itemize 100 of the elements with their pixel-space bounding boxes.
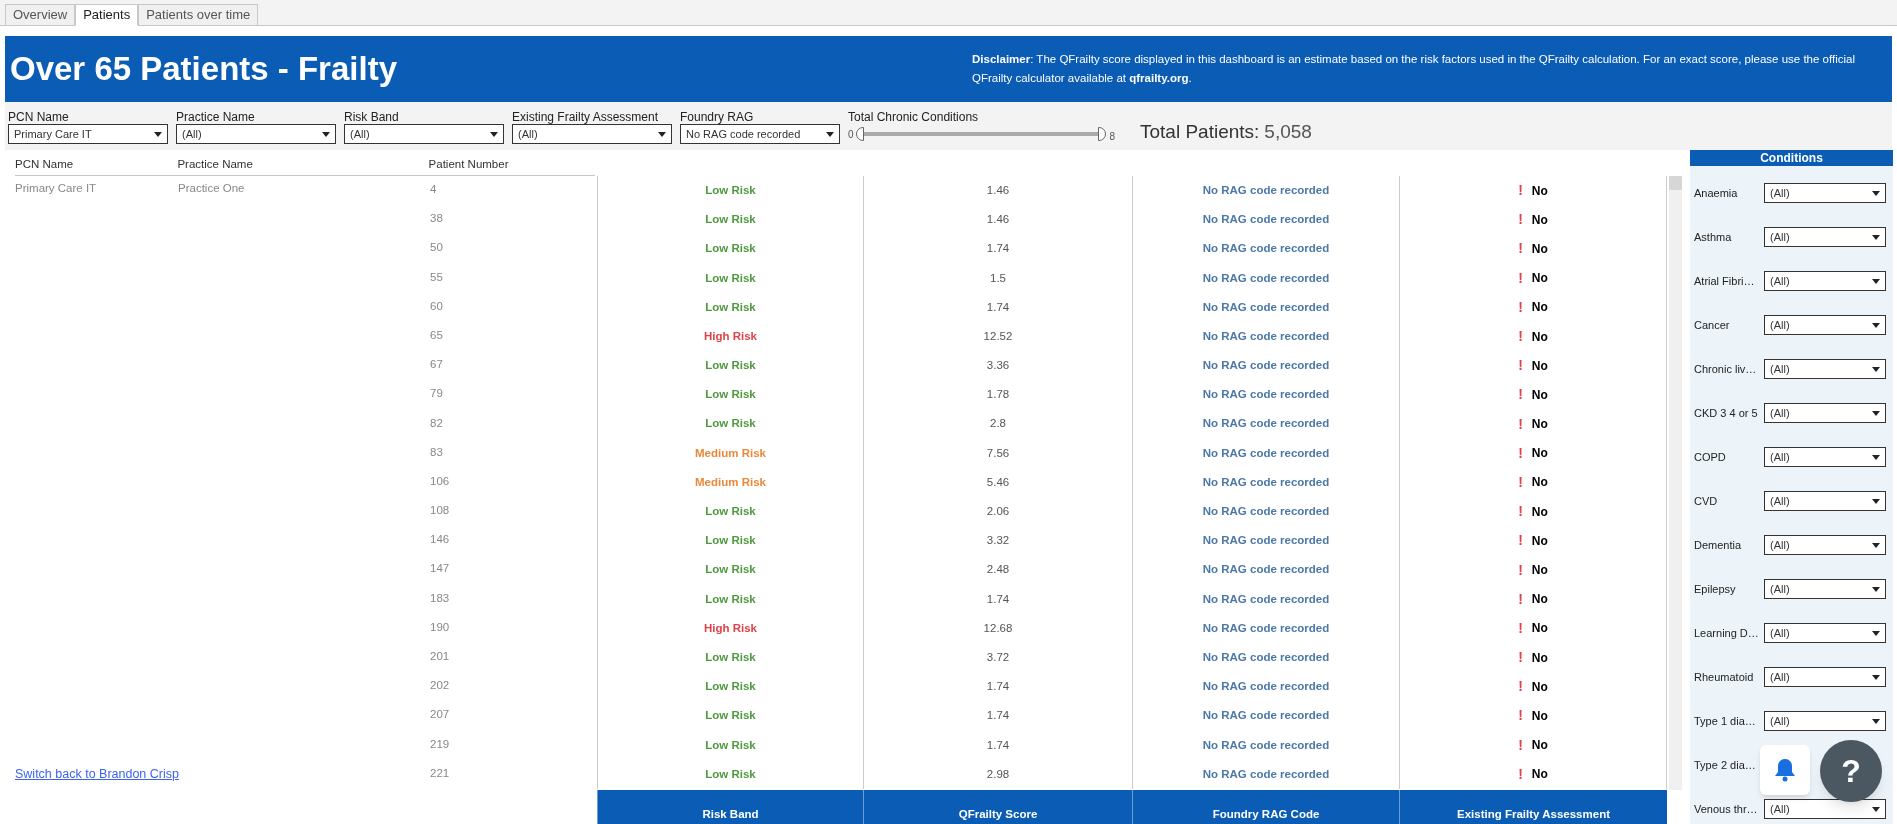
risk-band-text: Low Risk (705, 387, 756, 403)
column-header: QFrailty Score (958, 806, 1038, 822)
score-text: 1.74 (986, 299, 1010, 315)
assessment-text: No (1531, 386, 1548, 404)
risk-band-text: High Risk (703, 328, 757, 344)
score-text: 1.78 (986, 387, 1010, 403)
assessment-text: No (1531, 503, 1548, 521)
dropdown[interactable]: (All) (1764, 447, 1886, 467)
condition-label: COPD (1694, 449, 1727, 465)
scrollbar[interactable] (1669, 176, 1682, 790)
table-cell-text: 219 (430, 736, 450, 752)
risk-band-text: Low Risk (705, 766, 756, 782)
dropdown[interactable]: (All) (1764, 579, 1886, 599)
slider-handle[interactable] (855, 127, 864, 141)
assessment-text: No (1531, 211, 1548, 229)
caret-icon (154, 131, 162, 137)
rag-text: No RAG code recorded (1202, 474, 1330, 490)
dropdown[interactable]: Primary Care IT (8, 124, 168, 144)
dropdown[interactable]: (All) (344, 124, 504, 144)
tab[interactable]: Overview (5, 4, 76, 26)
dropdown[interactable]: (All) (1764, 799, 1886, 819)
score-text: 1.74 (986, 679, 1010, 695)
risk-band-text: Low Risk (705, 504, 756, 520)
bell-icon (1774, 758, 1796, 782)
tab[interactable]: Patients over time (138, 4, 259, 26)
rag-text: No RAG code recorded (1202, 737, 1330, 753)
table-cell-text: 82 (430, 415, 443, 431)
filter-label: Practice Name (176, 109, 256, 124)
dropdown[interactable]: No RAG code recorded (680, 124, 840, 144)
slider-label: Total Chronic Conditions (848, 109, 980, 124)
dropdown[interactable]: (All) (1764, 535, 1886, 555)
rag-text: No RAG code recorded (1202, 766, 1330, 782)
dropdown[interactable]: (All) (1764, 711, 1886, 731)
rag-text: No RAG code recorded (1202, 562, 1330, 578)
dropdown[interactable]: (All) (1764, 359, 1886, 379)
score-text: 3.32 (986, 533, 1010, 549)
column-header: PCN Name (15, 156, 75, 172)
condition-label: Epilepsy (1694, 581, 1737, 597)
table-cell-text: 60 (430, 298, 443, 314)
condition-label: CKD 3 4 or 5 (1694, 405, 1759, 421)
dropdown[interactable]: (All) (1764, 667, 1886, 687)
alert-mark: ! (1518, 181, 1523, 201)
dropdown[interactable]: (All) (1764, 315, 1886, 335)
caret-icon (1872, 366, 1880, 372)
dropdown[interactable]: (All) (176, 124, 336, 144)
condition-label: Chronic liv… (1694, 361, 1758, 377)
alert-mark: ! (1518, 589, 1523, 609)
assessment-text: No (1531, 474, 1548, 492)
assessment-text: No (1531, 357, 1548, 375)
column-header: Existing Frailty Assessment (1457, 806, 1610, 822)
caret-icon (1872, 322, 1880, 328)
alert-mark: ! (1518, 764, 1523, 784)
table-cell-text: 146 (430, 532, 450, 548)
column-header: Risk Band (702, 806, 759, 822)
dropdown[interactable]: (All) (1764, 227, 1886, 247)
dropdown[interactable]: (All) (1764, 403, 1886, 423)
alert-mark: ! (1518, 502, 1523, 522)
score-text: 3.72 (986, 649, 1010, 665)
caret-icon (1872, 542, 1880, 548)
caret-icon (1872, 454, 1880, 460)
notifications-button[interactable] (1760, 745, 1810, 795)
score-text: 12.52 (983, 328, 1013, 344)
filter-label: PCN Name (8, 109, 70, 124)
assessment-text: No (1531, 240, 1548, 258)
risk-band-text: Medium Risk (695, 474, 766, 490)
score-text: 2.98 (986, 766, 1010, 782)
caret-icon (1872, 806, 1880, 812)
slider-handle[interactable] (1097, 127, 1106, 141)
slider-max: 8 (1109, 130, 1116, 144)
alert-mark: ! (1518, 327, 1523, 347)
alert-mark: ! (1518, 356, 1523, 376)
caret-icon (1872, 718, 1880, 724)
column-header: Practice Name (177, 156, 254, 172)
rag-text: No RAG code recorded (1202, 212, 1330, 228)
table-cell-text: 147 (430, 561, 450, 577)
switch-user-link[interactable]: Switch back to Brandon Crisp (15, 764, 179, 784)
alert-mark: ! (1518, 239, 1523, 259)
table-cell-text: 79 (430, 386, 443, 402)
caret-icon (322, 131, 330, 137)
assessment-text: No (1531, 416, 1548, 434)
alert-mark: ! (1518, 414, 1523, 434)
dropdown[interactable]: (All) (1764, 271, 1886, 291)
assessment-text: No (1531, 766, 1548, 784)
alert-mark: ! (1518, 560, 1523, 580)
risk-band-text: Low Risk (705, 241, 756, 257)
assessment-text: No (1531, 707, 1548, 725)
score-text: 1.74 (986, 241, 1010, 257)
dropdown[interactable]: (All) (1764, 623, 1886, 643)
dropdown[interactable]: (All) (1764, 183, 1886, 203)
rag-text: No RAG code recorded (1202, 679, 1330, 695)
caret-icon (1872, 278, 1880, 284)
rag-text: No RAG code recorded (1202, 533, 1330, 549)
dropdown[interactable]: (All) (1764, 491, 1886, 511)
table-cell-text: 201 (430, 649, 450, 664)
risk-band-text: Low Risk (705, 270, 756, 286)
rag-text: No RAG code recorded (1202, 620, 1330, 636)
dropdown[interactable]: (All) (512, 124, 672, 144)
range-slider[interactable] (855, 126, 1108, 142)
condition-label: CVD (1694, 493, 1719, 509)
tab[interactable]: Patients (75, 4, 139, 26)
